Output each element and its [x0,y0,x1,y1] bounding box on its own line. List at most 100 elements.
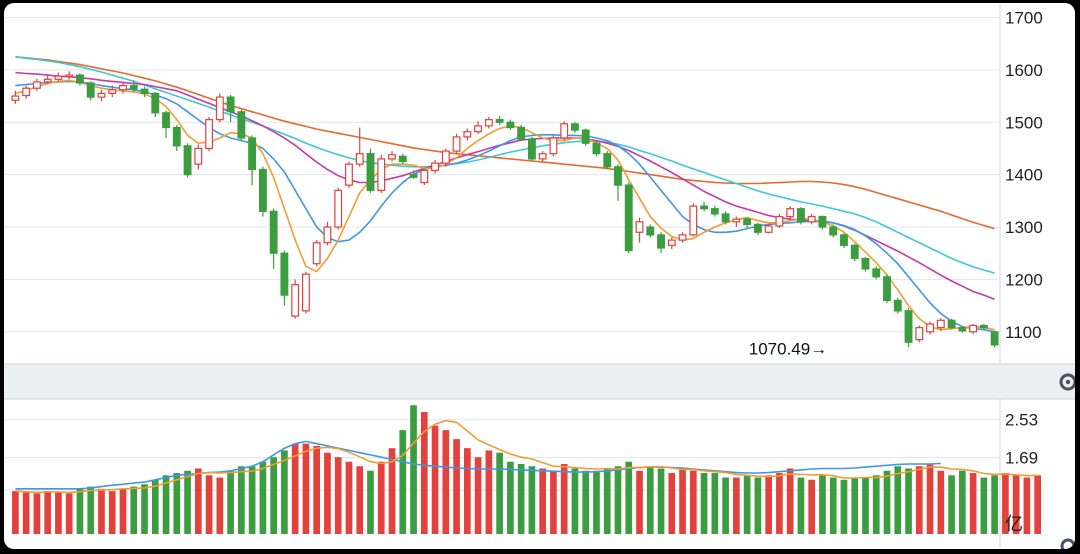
volume-bar [905,468,912,534]
candle [355,127,364,167]
candle-body [872,268,881,278]
candle [818,215,827,230]
candle [323,221,332,246]
candle-body [958,327,967,332]
moving-average-lines [15,56,995,333]
candle [474,121,483,134]
candle-body [54,75,63,80]
candle [710,206,719,217]
volume-bar [227,470,234,534]
candle-body [129,84,138,90]
low-annotation: 1070.49→ [749,339,827,358]
candle [829,224,838,238]
volume-bar [194,468,202,534]
candle-body [140,88,149,95]
candle [334,187,343,230]
candle [291,279,300,319]
volume-bar [582,470,590,534]
candle-body [743,218,752,226]
candle [603,151,612,170]
candle-body [484,119,493,127]
candle [926,321,934,335]
price-tick-label: 1400 [1005,166,1043,185]
volume-bar [689,470,697,534]
volume-bar [539,468,546,534]
candle-body [603,153,612,168]
candle-body [732,218,741,223]
candle-body [388,154,396,160]
candle [258,166,267,217]
candle-body [334,189,343,228]
candle-body [571,123,579,131]
candle [237,109,246,141]
candle-body [226,96,235,113]
candle-body [560,123,569,139]
candle [463,128,472,141]
candle [495,115,504,125]
volume-bar [76,488,84,534]
candle [904,308,913,348]
candle [947,318,956,330]
candle-body [162,112,170,129]
volume-bar [560,463,568,534]
volume-bar [829,477,837,534]
candle [172,124,181,152]
price-axis: 1100 1200 1300 1400 1500 1600 1700 [1005,8,1043,341]
candle [194,144,203,170]
candle-body [366,153,375,191]
volume-bar [711,473,719,534]
candle [205,117,214,152]
candle [538,151,547,162]
volume-bar [969,473,977,534]
candle [377,154,386,193]
volume-bar [937,470,945,534]
candle-body [506,121,515,129]
candle-body [829,226,838,236]
candle-body [775,215,784,227]
candle-body [409,174,418,178]
candle-body [108,89,117,95]
candle [689,203,698,237]
volume-bar [550,470,557,534]
candle [624,182,633,254]
volume-bar [614,466,622,534]
volume-bar [776,473,783,534]
candle [581,128,590,146]
volume-bar [959,470,966,534]
volume-bar [367,470,374,534]
volume-bar [819,475,826,534]
candle-body [764,225,773,233]
volume-bar [151,479,159,534]
volume-axis: 1.69 2.53 [1005,411,1038,468]
candle-body [840,234,848,246]
volume-bar [12,491,19,534]
candle-body [22,87,31,97]
candle [775,213,784,229]
stock-chart: 1100 1200 1300 1400 1500 1600 1700 1070.49→ 1.… [4,3,1075,549]
candlesticks [11,71,999,348]
candle-body [65,74,74,78]
candle-body [43,78,52,83]
price-tick-label: 1500 [1005,113,1043,132]
settings-gear-icon-lower[interactable] [1060,538,1075,549]
candle [431,159,439,174]
candle-body [183,145,192,176]
candle-body [474,125,483,133]
volume-bar [334,457,342,534]
candle [484,117,493,129]
candle [753,222,762,235]
volume-bar [356,466,364,534]
candle-body [646,226,655,236]
candle-body [592,142,601,155]
chart-panel: 1100 1200 1300 1400 1500 1600 1700 1070.49→ 1.… [4,3,1075,549]
volume-bar [679,468,686,534]
price-tick-label: 1700 [1005,8,1043,27]
volume-bar [517,463,525,534]
candle [65,71,74,80]
candle [883,274,891,303]
candle-body [979,324,988,329]
candle-body [420,169,429,184]
candle-body [119,84,127,91]
candle-body [915,327,924,341]
app-frame: 1100 1200 1300 1400 1500 1600 1700 1070.49→ 1.… [0,0,1080,554]
